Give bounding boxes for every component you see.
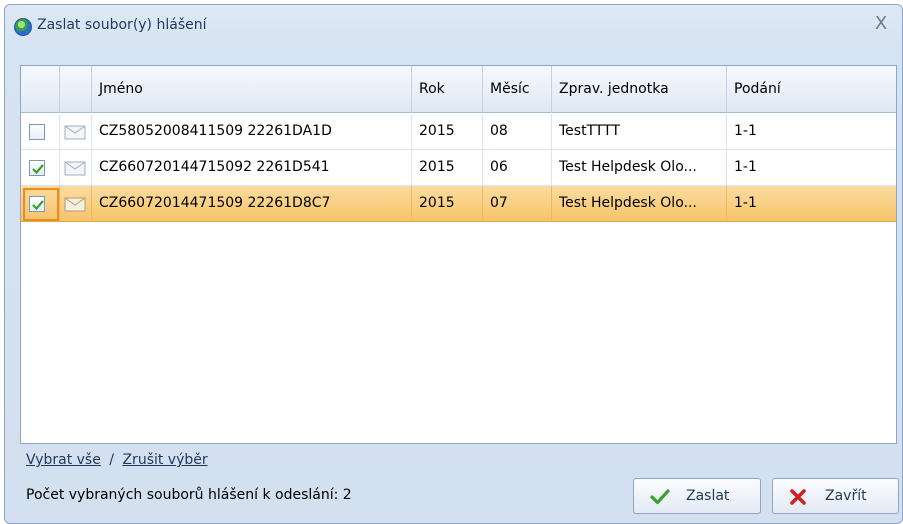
column-header-icon[interactable] [60,66,92,113]
selection-links: Vybrat vše / Zrušit výběr [26,452,208,468]
checkmark-icon [32,200,44,211]
deselect-all-link[interactable]: Zrušit výběr [122,452,207,468]
send-button-label: Zaslat [686,488,730,504]
selected-count-text: Počet vybraných souborů hlášení k odeslá… [26,487,352,503]
column-header-submission[interactable]: Podání [727,66,896,113]
column-header-year[interactable]: Rok [412,66,483,113]
row-submission: 1-1 [734,159,757,175]
column-header-month[interactable]: Měsíc [483,66,552,113]
row-name: CZ58052008411509 22261DA1D [92,114,412,149]
row-checkbox[interactable] [29,196,45,212]
send-button[interactable]: Zaslat [633,478,761,514]
row-checkbox[interactable] [29,124,45,140]
row-month: 06 [483,150,552,185]
row-unit: TestTTTT [552,114,727,149]
row-name: CZ660720144715092 2261D541 [92,150,412,185]
row-unit: Test Helpdesk Olo... [552,150,727,185]
row-year: 2015 [412,114,483,149]
column-header-unit[interactable]: Zprav. jednotka [552,66,727,113]
table-row-selected[interactable]: CZ66072014471509 22261D8C7 2015 07 Test … [21,186,896,222]
red-x-icon [790,489,806,505]
links-separator: / [109,452,115,468]
envelope-icon [64,197,86,212]
row-unit: Test Helpdesk Olo... [552,186,727,221]
row-month: 07 [483,186,552,221]
close-button[interactable]: Zavřít [772,478,899,514]
row-month: 08 [483,114,552,149]
row-name: CZ66072014471509 22261D8C7 [92,186,412,221]
title-bar: Zaslat soubor(y) hlášení X [5,5,902,49]
checkmark-icon [650,489,670,505]
table-row[interactable]: CZ660720144715092 2261D541 2015 06 Test … [21,150,896,186]
row-year: 2015 [412,186,483,221]
checkmark-icon [32,164,44,175]
close-button-label: Zavřít [825,488,867,504]
select-all-link[interactable]: Vybrat vše [26,452,101,468]
column-header-name[interactable]: Jméno [92,66,412,113]
envelope-icon [64,161,86,176]
globe-icon [14,18,32,36]
window-title: Zaslat soubor(y) hlášení [37,17,207,33]
close-window-icon[interactable]: X [870,13,892,35]
grid-header: Jméno Rok Měsíc Zprav. jednotka Podání [21,66,896,113]
row-checkbox[interactable] [29,160,45,176]
row-submission: 1-1 [734,195,757,211]
column-header-check[interactable] [21,66,60,113]
envelope-icon [64,125,86,140]
table-row[interactable]: CZ58052008411509 22261DA1D 2015 08 TestT… [21,114,896,150]
row-year: 2015 [412,150,483,185]
reports-grid: Jméno Rok Měsíc Zprav. jednotka Podání C… [20,65,897,444]
row-submission: 1-1 [734,123,757,139]
